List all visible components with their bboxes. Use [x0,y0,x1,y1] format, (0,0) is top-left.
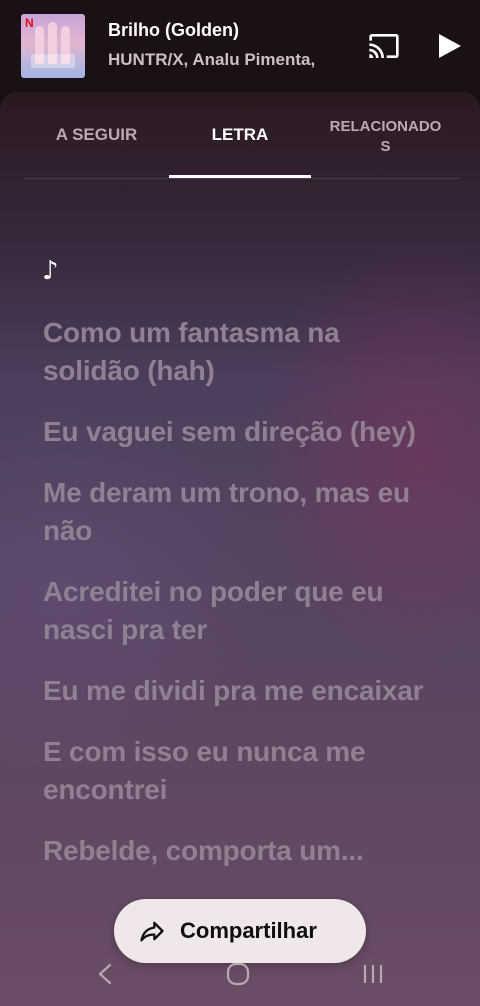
lyric-line[interactable]: Me deram um trono, mas eu não [43,474,443,550]
album-title-art [31,54,75,68]
share-button[interactable]: Compartilhar [114,899,366,963]
play-icon [439,34,461,58]
mini-player[interactable]: N Brilho (Golden) HUNTR/X, Analu Pimenta… [0,0,480,92]
tab-bar: A SEGUIR LETRA RELACIONADOS [24,92,460,179]
lyric-line[interactable]: Eu vaguei sem direção (hey) [43,413,443,451]
play-button[interactable] [434,30,464,62]
album-art[interactable]: N [21,14,85,78]
tab-related-label: RELACIONADOS [329,118,442,155]
tab-lyrics[interactable]: LETRA [169,92,311,178]
tab-up-next[interactable]: A SEGUIR [24,92,169,178]
back-chevron-icon[interactable] [95,962,115,986]
share-label: Compartilhar [180,918,317,943]
lyrics-sheet: A SEGUIR LETRA RELACIONADOS ♪ Como um fa… [0,92,480,1006]
lyric-line[interactable]: Acreditei no poder que eu nasci pra ter [43,573,443,649]
lyric-line[interactable]: Eu me dividi pra me encaixar [43,672,443,710]
cast-button[interactable] [368,30,400,62]
track-title[interactable]: Brilho (Golden) [108,20,239,41]
track-artist[interactable]: HUNTR/X, Analu Pimenta, [108,50,352,70]
share-arrow-icon [140,921,164,942]
netflix-logo: N [25,16,34,30]
lyric-line[interactable]: Como um fantasma na solidão (hah) [43,314,443,390]
lyric-line[interactable]: E com isso eu nunca me encontrei [43,733,443,809]
lyric-line[interactable]: Rebelde, comporta um... [43,832,443,870]
lyrics-list: Como um fantasma na solidão (hah) Eu vag… [43,314,443,893]
music-note-icon: ♪ [42,256,59,286]
tab-related[interactable]: RELACIONADOS [311,92,460,180]
home-circle-icon[interactable] [226,962,250,986]
cast-icon [369,34,399,58]
recents-bars-icon[interactable] [362,963,384,985]
